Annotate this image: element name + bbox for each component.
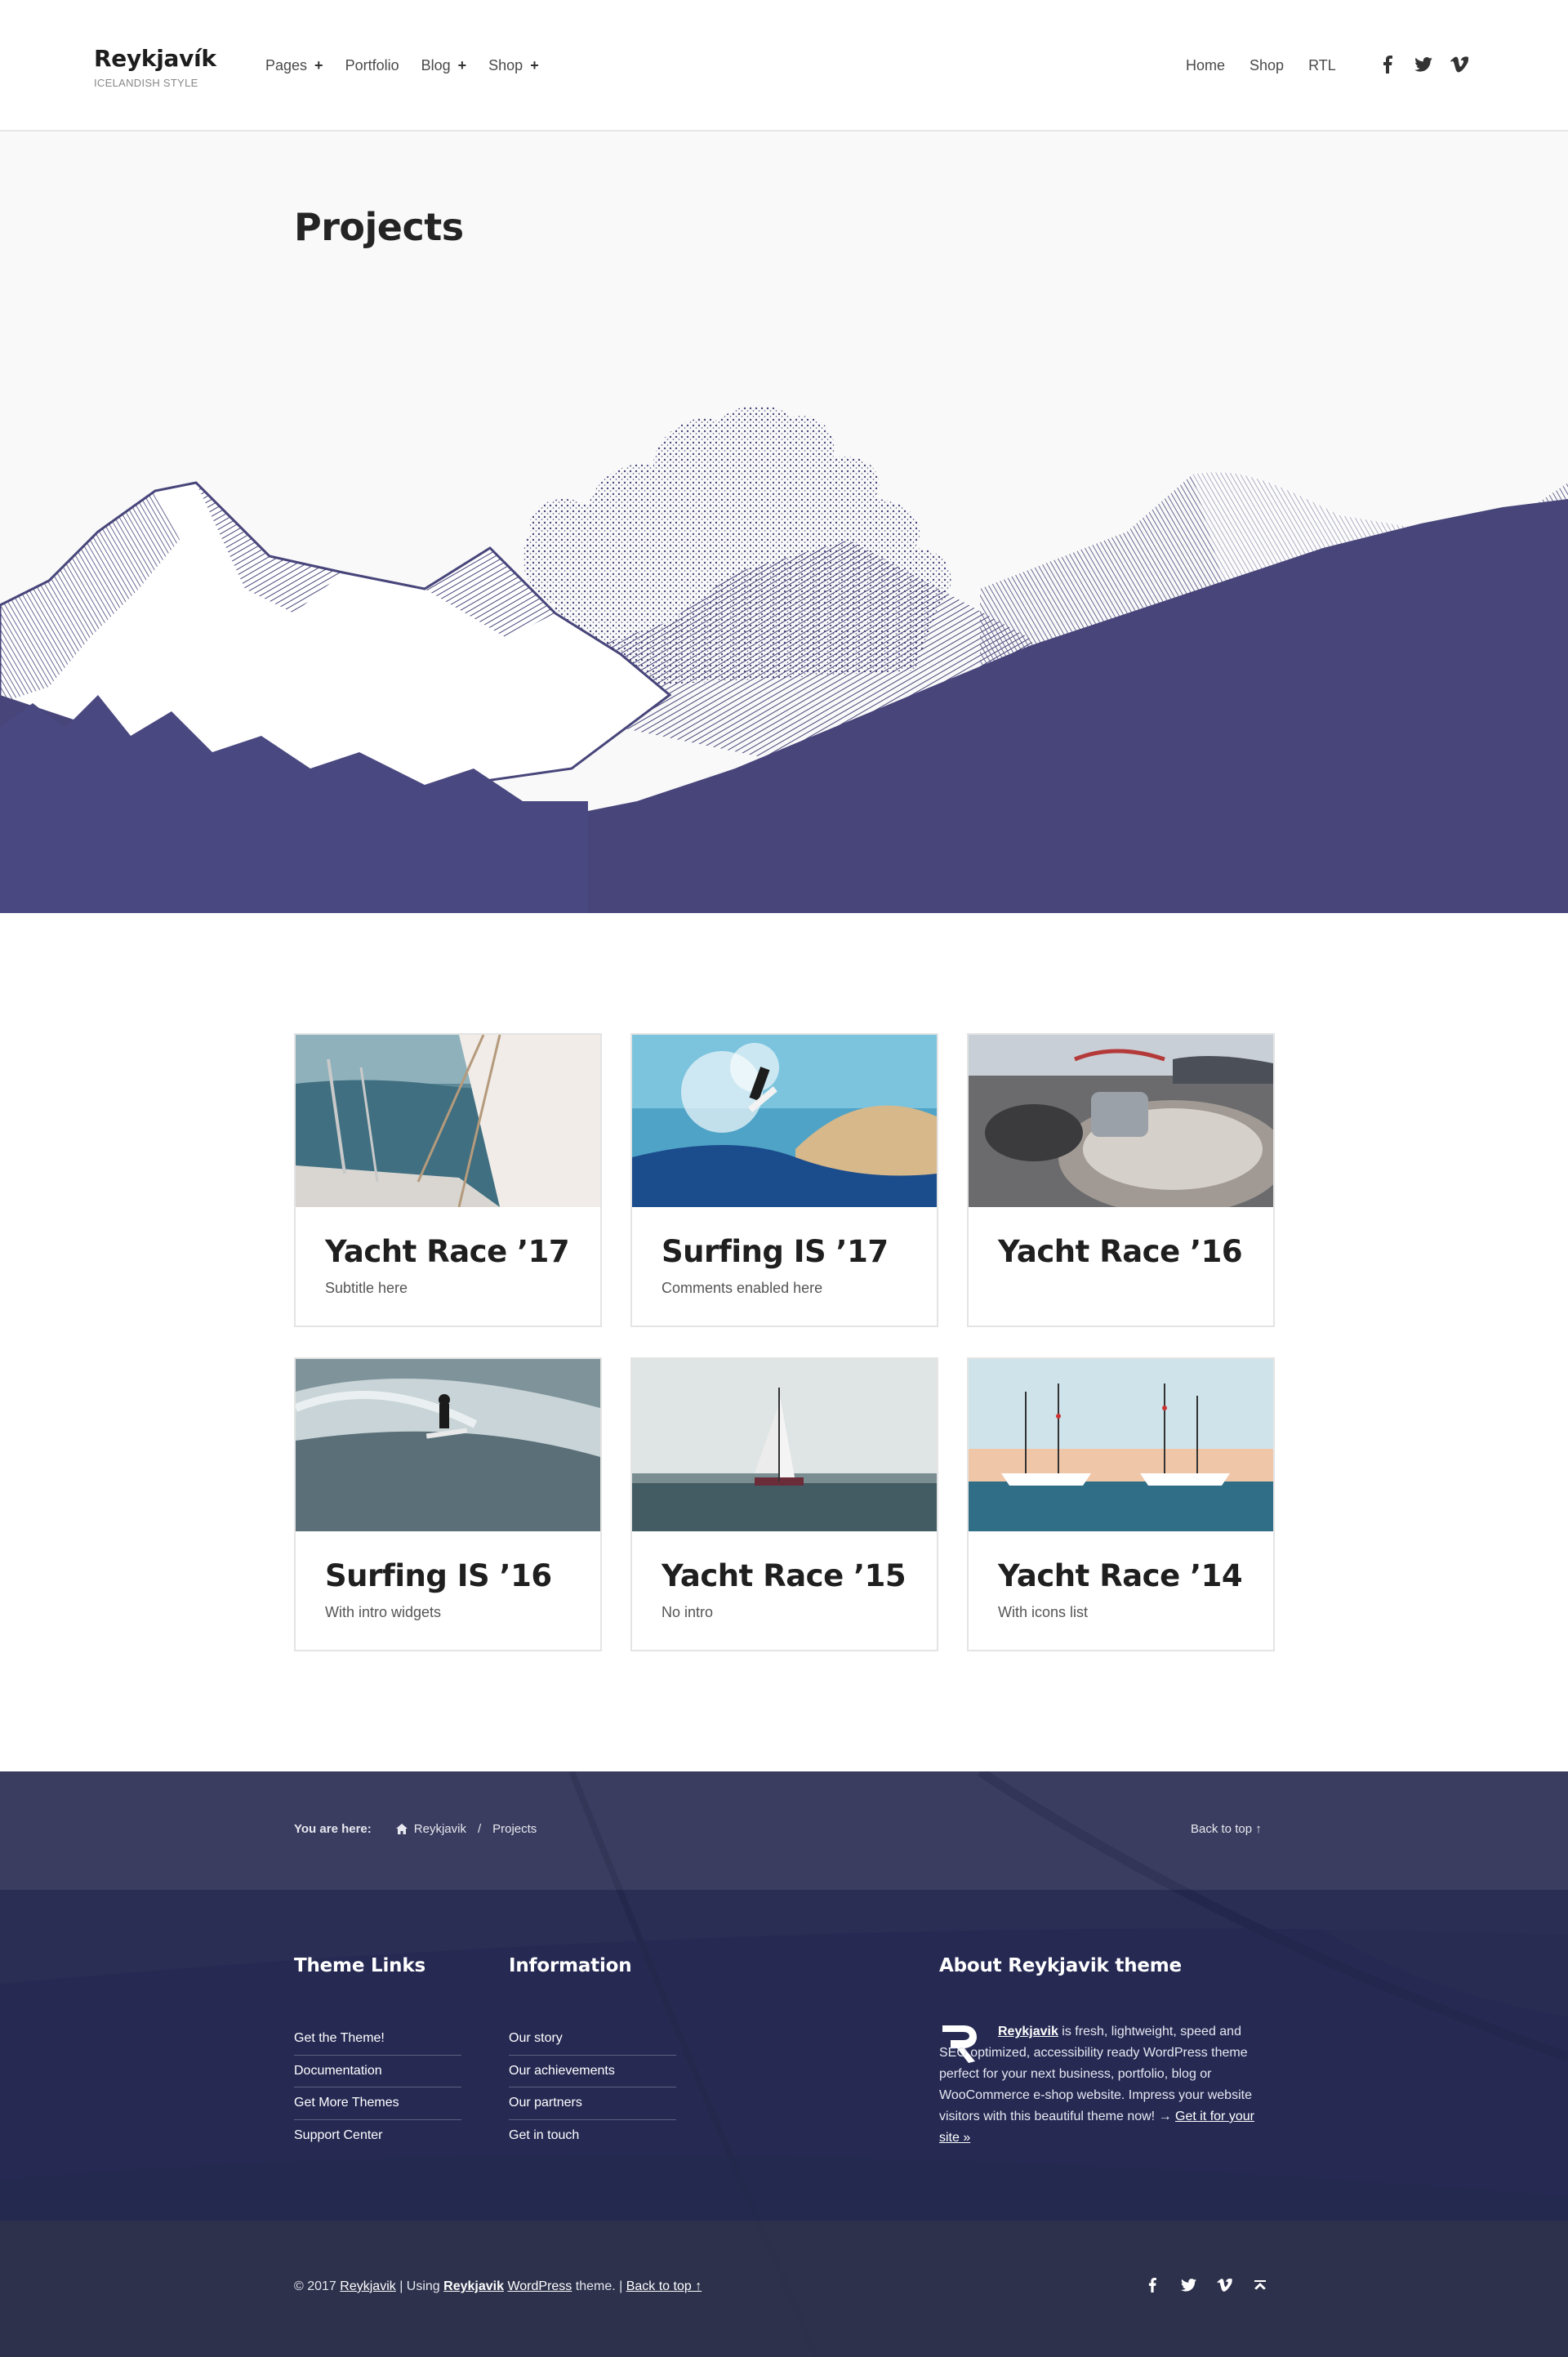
information-links-list: Our story Our achievements Our partners …: [509, 2023, 676, 2152]
theme-link[interactable]: Reykjavik: [443, 2279, 504, 2293]
project-title[interactable]: Surfing IS ’16: [325, 1558, 552, 1593]
project-card[interactable]: Surfing IS ’16 With intro widgets: [294, 1357, 602, 1651]
breadcrumb-home-label: Reykjavik: [413, 1822, 466, 1836]
site-logo-link[interactable]: Reykjavík ICELANDISH STYLE: [94, 45, 216, 89]
submenu-plus-icon[interactable]: +: [458, 57, 467, 74]
facebook-icon[interactable]: [1142, 2275, 1163, 2296]
nav-item-portfolio[interactable]: Portfolio: [345, 57, 399, 74]
breadcrumb-home-link[interactable]: Reykjavik: [395, 1822, 466, 1836]
back-to-top-link[interactable]: Back to top ↑: [1191, 1822, 1262, 1836]
twitter-icon[interactable]: [1178, 2275, 1199, 2296]
breadcrumb: You are here: Reykjavik / Projects: [294, 1822, 537, 1836]
main-navigation: Pages + Portfolio Blog + Shop +: [265, 57, 539, 74]
footer-link[interactable]: Documentation: [294, 2056, 461, 2087]
footer-widgets: Theme Links Get the Theme! Documentation…: [0, 1890, 1568, 2221]
footer-link[interactable]: Get More Themes: [294, 2087, 461, 2120]
nav-item-label: Pages: [265, 57, 308, 74]
about-title: About Reykjavik theme: [939, 1955, 1182, 1976]
site-tagline: ICELANDISH STYLE: [94, 77, 198, 89]
footer-link[interactable]: Our achievements: [509, 2056, 676, 2087]
footer-link[interactable]: Get the Theme!: [294, 2023, 461, 2056]
page-intro: Projects: [0, 131, 1568, 913]
header-social-links: [1379, 52, 1468, 77]
site-header: Reykjavík ICELANDISH STYLE Pages + Portf…: [0, 0, 1568, 131]
surfer-wave-photo: [296, 1359, 600, 1531]
project-card[interactable]: Yacht Race ’14 With icons list: [967, 1357, 1275, 1651]
footer-link[interactable]: Our partners: [509, 2087, 676, 2120]
about-theme-link[interactable]: Reykjavik: [998, 2025, 1058, 2038]
project-card[interactable]: Surfing IS ’17 Comments enabled here: [630, 1033, 938, 1327]
credits-back-to-top-link[interactable]: Back to top ↑: [626, 2279, 702, 2293]
secondary-nav-shop[interactable]: Shop: [1250, 57, 1284, 74]
nav-item-blog[interactable]: Blog +: [421, 57, 467, 74]
site-title: Reykjavík: [94, 45, 216, 72]
credits-using-text: | Using: [395, 2279, 444, 2293]
project-subtitle: With icons list: [998, 1604, 1089, 1620]
site-footer: You are here: Reykjavik / Projects Back …: [0, 1771, 1568, 2357]
breadcrumb-label: You are here:: [294, 1822, 372, 1836]
breadcrumb-current: Projects: [492, 1822, 537, 1836]
home-icon: [395, 1824, 408, 1834]
about-description: is fresh, lightweight, speed and SEO opt…: [939, 2025, 1252, 2123]
nav-item-label: Shop: [488, 57, 523, 74]
project-title[interactable]: Yacht Race ’17: [325, 1234, 570, 1269]
back-to-top-icon[interactable]: [1250, 2275, 1271, 2296]
secondary-navigation: Home Shop RTL: [1186, 57, 1336, 74]
footer-link[interactable]: Our story: [509, 2023, 676, 2056]
project-card[interactable]: Yacht Race ’17 Subtitle here: [294, 1033, 602, 1327]
theme-links-title: Theme Links: [294, 1955, 425, 1976]
facebook-icon[interactable]: [1379, 52, 1396, 77]
project-subtitle: No intro: [662, 1604, 714, 1620]
page-title: Projects: [294, 205, 464, 249]
breadcrumb-separator: /: [477, 1822, 482, 1836]
submenu-plus-icon[interactable]: +: [314, 57, 323, 74]
project-title[interactable]: Yacht Race ’14: [998, 1558, 1243, 1593]
submenu-plus-icon[interactable]: +: [530, 57, 539, 74]
yacht-deck-photo: [296, 1035, 600, 1207]
about-text: Reykjavik is fresh, lightweight, speed a…: [939, 2021, 1262, 2149]
project-card[interactable]: Yacht Race ’15 No intro: [630, 1357, 938, 1651]
information-title: Information: [509, 1955, 632, 1976]
project-title[interactable]: Yacht Race ’16: [998, 1234, 1243, 1269]
theme-links-list: Get the Theme! Documentation Get More Th…: [294, 2023, 461, 2152]
secondary-nav-rtl[interactable]: RTL: [1308, 57, 1336, 74]
credits-bar: © 2017 Reykjavik | Using Reykjavik WordP…: [0, 2221, 1568, 2357]
footer-link[interactable]: Get in touch: [509, 2120, 676, 2153]
project-title[interactable]: Yacht Race ’15: [662, 1558, 906, 1593]
copyright-text: © 2017: [294, 2279, 341, 2293]
nav-item-shop[interactable]: Shop +: [488, 57, 539, 74]
nav-item-label: Blog: [421, 57, 451, 74]
project-subtitle: Comments enabled here: [662, 1280, 823, 1296]
yachts-harbor-photo: [969, 1359, 1273, 1531]
project-subtitle: With intro widgets: [325, 1604, 442, 1620]
mountain-illustration: [0, 405, 1568, 913]
breadcrumbs-bar: You are here: Reykjavik / Projects Back …: [0, 1771, 1568, 1890]
project-card[interactable]: Yacht Race ’16: [967, 1033, 1275, 1327]
nav-item-label: Portfolio: [345, 57, 399, 74]
twitter-icon[interactable]: [1414, 52, 1432, 77]
credits-text: © 2017 Reykjavik | Using Reykjavik WordP…: [294, 2279, 702, 2294]
nav-item-pages[interactable]: Pages +: [265, 57, 323, 74]
site-link[interactable]: Reykjavik: [340, 2279, 395, 2293]
vimeo-icon[interactable]: [1214, 2275, 1235, 2296]
rope-winch-photo: [969, 1035, 1273, 1207]
footer-social-links: [1142, 2275, 1271, 2296]
vimeo-icon[interactable]: [1450, 52, 1468, 77]
surfer-splash-photo: [632, 1035, 937, 1207]
footer-link[interactable]: Support Center: [294, 2120, 461, 2153]
credits-theme-text: theme. |: [572, 2279, 626, 2293]
secondary-nav-home[interactable]: Home: [1186, 57, 1225, 74]
sailboat-sea-photo: [632, 1359, 937, 1531]
project-title[interactable]: Surfing IS ’17: [662, 1234, 889, 1269]
project-subtitle: Subtitle here: [325, 1280, 408, 1296]
wordpress-link[interactable]: WordPress: [507, 2279, 572, 2293]
